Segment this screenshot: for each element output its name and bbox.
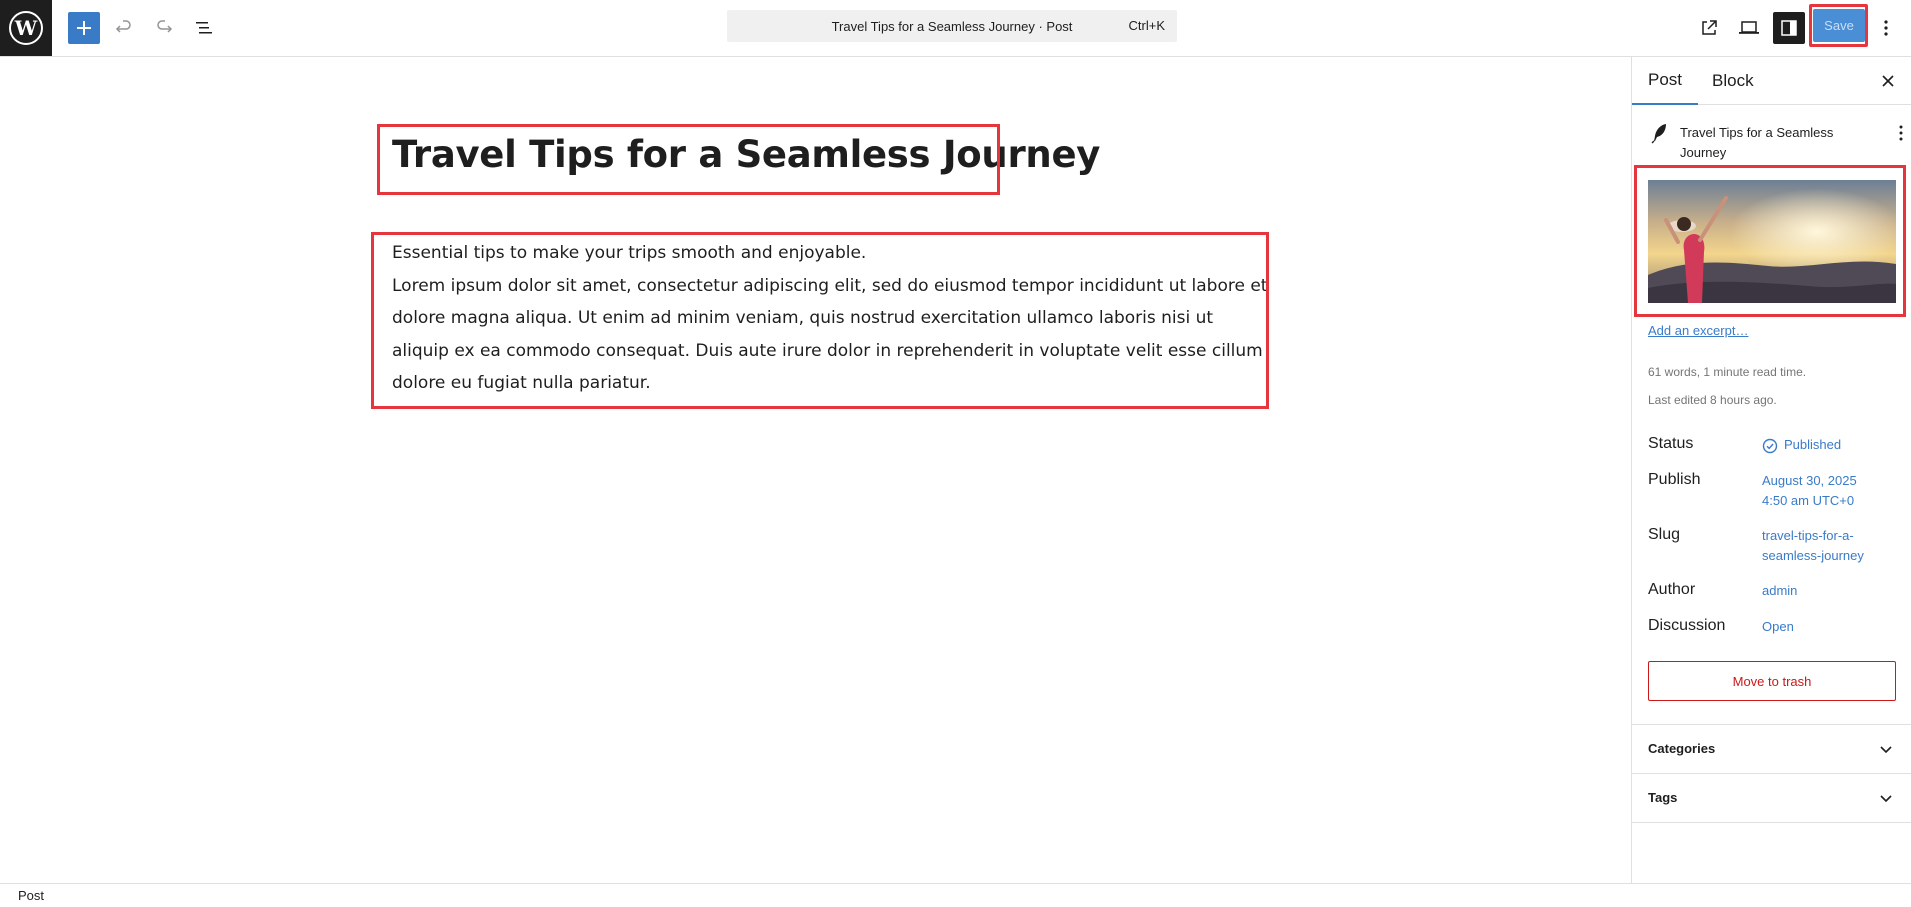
status-value[interactable]: Published bbox=[1762, 435, 1841, 455]
add-block-button[interactable] bbox=[68, 12, 100, 44]
post-title[interactable]: Travel Tips for a Seamless Journey bbox=[392, 133, 1100, 176]
vertical-ellipsis-icon bbox=[1884, 20, 1888, 36]
sidebar-settings-icon bbox=[1781, 20, 1797, 36]
shortcut-hint: Ctrl+K bbox=[1128, 18, 1165, 33]
undo-icon bbox=[115, 20, 131, 33]
featured-image[interactable] bbox=[1648, 180, 1896, 303]
save-button[interactable]: Save bbox=[1813, 9, 1865, 42]
post-content[interactable]: Essential tips to make your trips smooth… bbox=[392, 237, 1272, 400]
options-button[interactable] bbox=[1872, 12, 1900, 44]
paragraph-body[interactable]: Lorem ipsum dolor sit amet, consectetur … bbox=[392, 270, 1272, 400]
discussion-label: Discussion bbox=[1648, 617, 1726, 634]
editor-header: W Travel Tips for a Seamless Journey · P… bbox=[0, 0, 1911, 57]
redo-button[interactable] bbox=[148, 12, 180, 44]
sidebar-tabs: Post Block bbox=[1632, 57, 1911, 105]
desktop-preview-icon bbox=[1739, 21, 1759, 34]
undo-button[interactable] bbox=[108, 12, 140, 44]
settings-sidebar: Post Block Travel Tips for a Seamless Jo… bbox=[1631, 57, 1911, 883]
slug-line-2: seamless-journey bbox=[1762, 548, 1864, 563]
slug-value[interactable]: travel-tips-for-a- seamless-journey bbox=[1762, 526, 1864, 566]
editor-canvas[interactable]: Travel Tips for a Seamless Journey Essen… bbox=[0, 57, 1631, 883]
preview-button[interactable] bbox=[1733, 12, 1765, 44]
command-palette-bar[interactable]: Travel Tips for a Seamless Journey · Pos… bbox=[727, 10, 1177, 42]
tab-post[interactable]: Post bbox=[1632, 57, 1699, 105]
author-value[interactable]: admin bbox=[1762, 581, 1797, 601]
panel-divider bbox=[1632, 822, 1911, 823]
tags-panel-label: Tags bbox=[1648, 790, 1678, 805]
plus-icon bbox=[77, 21, 91, 35]
categories-panel[interactable]: Categories bbox=[1632, 724, 1911, 773]
block-breadcrumb-bar: Post bbox=[0, 883, 1911, 907]
external-link-icon bbox=[1702, 20, 1717, 35]
author-label: Author bbox=[1648, 581, 1696, 598]
settings-toggle-button[interactable] bbox=[1773, 12, 1805, 44]
publish-value[interactable]: August 30, 2025 4:50 am UTC+0 bbox=[1762, 471, 1857, 511]
publish-date: August 30, 2025 bbox=[1762, 473, 1857, 488]
chevron-down-icon bbox=[1880, 746, 1892, 754]
list-view-icon bbox=[196, 22, 212, 34]
word-count: 61 words, 1 minute read time. bbox=[1648, 365, 1807, 379]
move-to-trash-button[interactable]: Move to trash bbox=[1648, 661, 1896, 701]
publish-label: Publish bbox=[1648, 471, 1701, 488]
vertical-ellipsis-icon bbox=[1899, 125, 1903, 141]
feather-pen-icon bbox=[1651, 124, 1666, 144]
wordpress-logo-icon[interactable]: W bbox=[0, 0, 52, 56]
add-excerpt-link[interactable]: Add an excerpt… bbox=[1648, 323, 1748, 338]
post-actions-button[interactable] bbox=[1891, 121, 1911, 145]
tags-panel[interactable]: Tags bbox=[1632, 773, 1911, 822]
last-edited: Last edited 8 hours ago. bbox=[1648, 393, 1777, 407]
chevron-down-icon bbox=[1880, 795, 1892, 803]
breadcrumb-post[interactable]: Post bbox=[18, 888, 44, 903]
close-icon[interactable] bbox=[1876, 69, 1900, 93]
redo-icon bbox=[157, 20, 173, 33]
publish-time: 4:50 am UTC+0 bbox=[1762, 493, 1855, 508]
slug-label: Slug bbox=[1648, 526, 1681, 543]
tab-block[interactable]: Block bbox=[1696, 57, 1770, 105]
discussion-value[interactable]: Open bbox=[1762, 617, 1794, 637]
list-view-button[interactable] bbox=[188, 12, 220, 44]
summary-post-title: Travel Tips for a Seamless Journey bbox=[1680, 125, 1834, 160]
slug-line-1: travel-tips-for-a- bbox=[1762, 528, 1854, 543]
paragraph-intro[interactable]: Essential tips to make your trips smooth… bbox=[392, 237, 1272, 270]
featured-image-photo bbox=[1648, 180, 1896, 303]
document-title: Travel Tips for a Seamless Journey · Pos… bbox=[831, 18, 1073, 34]
published-check-icon bbox=[1762, 438, 1778, 453]
svg-text:W: W bbox=[14, 16, 38, 40]
categories-panel-label: Categories bbox=[1648, 741, 1716, 756]
status-label: Status bbox=[1648, 435, 1694, 452]
status-text: Published bbox=[1784, 437, 1842, 452]
view-post-button[interactable] bbox=[1693, 12, 1725, 44]
post-summary-header: Travel Tips for a Seamless Journey bbox=[1648, 121, 1903, 161]
